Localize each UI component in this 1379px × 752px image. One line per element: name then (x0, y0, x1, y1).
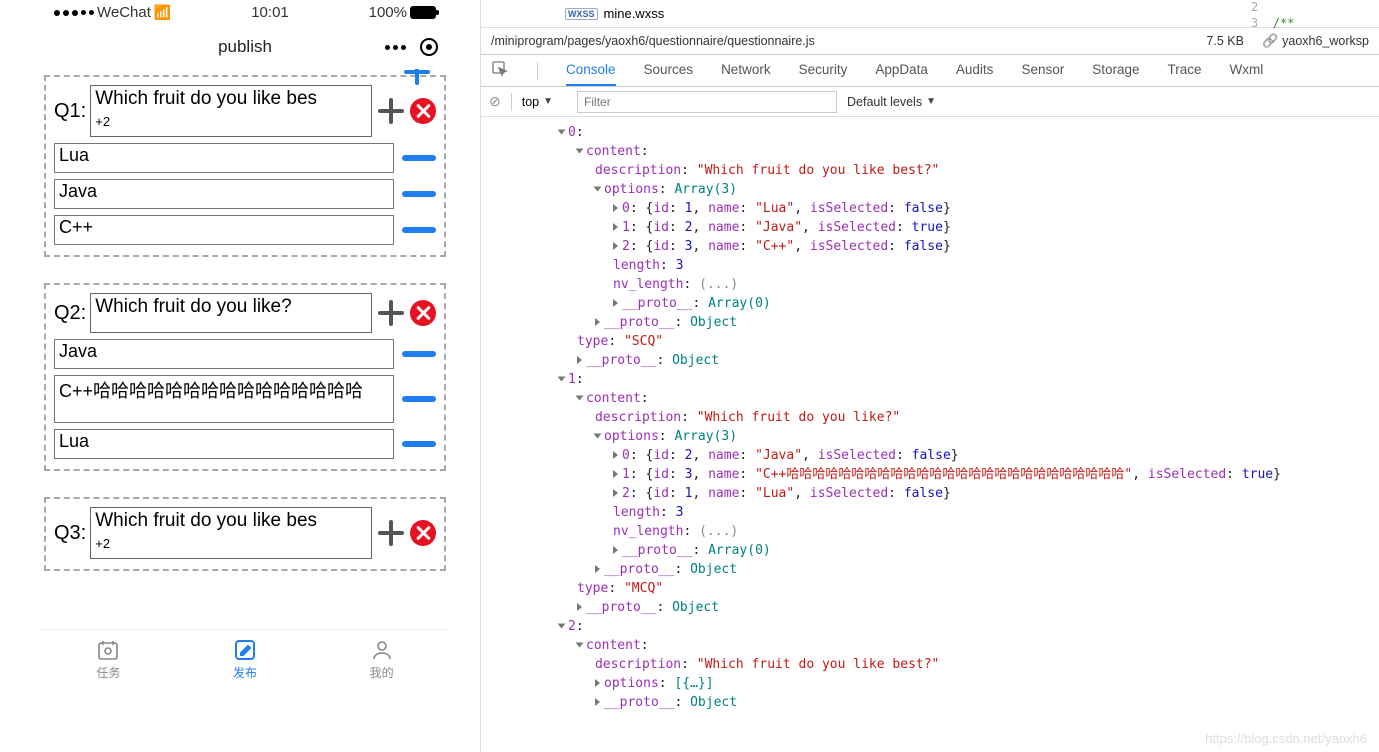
target-icon[interactable] (420, 38, 438, 56)
file-tab-row: WXSS mine.wxss (481, 0, 1379, 28)
remove-option-icon[interactable] (402, 351, 436, 357)
title-right-controls (385, 38, 438, 56)
question-number: Q3: (54, 522, 86, 545)
console-toolbar: ⊘ top ▼ Default levels ▼ (481, 87, 1379, 117)
tab-security[interactable]: Security (799, 55, 848, 86)
question-number: Q2: (54, 302, 86, 325)
file-path: /miniprogram/pages/yaoxh6/questionnaire/… (491, 34, 815, 48)
code-gutter: 2 3 /** (1251, 0, 1294, 30)
add-option-icon[interactable] (378, 300, 404, 326)
calendar-gear-icon (94, 638, 122, 662)
tab-console[interactable]: Console (566, 55, 616, 86)
signal-dot-icon (54, 10, 60, 16)
tab-audits[interactable]: Audits (956, 55, 994, 86)
log-levels-selector[interactable]: Default levels ▼ (847, 95, 936, 109)
page-title-bar: publish (40, 25, 450, 69)
file-path-row: /miniprogram/pages/yaoxh6/questionnaire/… (481, 28, 1379, 55)
status-right: 100% (369, 4, 436, 21)
wifi-icon (154, 4, 171, 21)
clock-label: 10:01 (251, 4, 289, 21)
option-input[interactable]: Lua (54, 429, 394, 459)
console-output[interactable]: 0:content:description: "Which fruit do y… (481, 117, 1379, 752)
nav-mine[interactable]: 我的 (368, 638, 396, 681)
carrier-label: WeChat (97, 4, 151, 21)
phone-frame: WeChat 10:01 100% publish Q1:Which fruit… (40, 0, 450, 685)
tab-storage[interactable]: Storage (1092, 55, 1139, 86)
question-block: Q1:Which fruit do you like bes+2 Lua Java C… (44, 75, 446, 257)
remove-option-icon[interactable] (402, 396, 436, 402)
nav-label: 任务 (96, 664, 120, 681)
status-bar: WeChat 10:01 100% (40, 0, 450, 25)
add-question-icon[interactable] (404, 69, 430, 85)
remove-option-icon[interactable] (402, 191, 436, 197)
devtools-tabs: Console Sources Network Security AppData Audi… (481, 55, 1379, 87)
signal-dot-icon (89, 10, 94, 15)
chevron-down-icon: ▼ (926, 96, 936, 107)
nav-publish[interactable]: 发布 (231, 638, 259, 681)
signal-dot-icon (81, 10, 86, 15)
nav-label: 发布 (233, 664, 257, 681)
tab-sensor[interactable]: Sensor (1021, 55, 1064, 86)
question-description-input[interactable]: Which fruit do you like? (90, 293, 372, 333)
signal-dot-icon (63, 10, 69, 16)
clear-console-icon[interactable]: ⊘ (489, 93, 501, 110)
tab-network[interactable]: Network (721, 55, 771, 86)
nav-label: 我的 (370, 664, 394, 681)
delete-question-icon[interactable] (410, 300, 436, 326)
tab-wxml[interactable]: Wxml (1230, 55, 1264, 86)
more-menu-icon[interactable] (385, 45, 406, 50)
context-selector[interactable]: top (522, 95, 539, 109)
option-input[interactable]: C++ (54, 215, 394, 245)
add-option-icon[interactable] (378, 520, 404, 546)
workspace-name[interactable]: yaoxh6_worksp (1282, 34, 1369, 48)
inspect-icon[interactable] (491, 61, 509, 80)
watermark: https://blog.csdn.net/yaoxh6 (1205, 731, 1367, 746)
separator (511, 93, 512, 111)
option-input[interactable]: Java (54, 179, 394, 209)
option-input[interactable]: Java (54, 339, 394, 369)
questionnaire-scroll[interactable]: Q1:Which fruit do you like bes+2LuaJavaC… (40, 69, 450, 629)
phone-simulator-column: WeChat 10:01 100% publish Q1:Which fruit… (0, 0, 480, 752)
user-icon (368, 638, 396, 662)
filter-input[interactable] (577, 91, 837, 113)
chevron-down-icon: ▼ (543, 96, 553, 107)
battery-icon (410, 6, 436, 19)
remove-option-icon[interactable] (402, 155, 436, 161)
tab-appdata[interactable]: AppData (875, 55, 928, 86)
link-icon (1262, 33, 1278, 49)
question-block: Q2:Which fruit do you like? Java C++哈哈哈哈哈哈… (44, 283, 446, 471)
separator (537, 62, 538, 80)
delete-question-icon[interactable] (410, 98, 436, 124)
status-left: WeChat (54, 4, 171, 21)
bottom-nav: 任务 发布 我的 (40, 629, 450, 685)
question-description-input[interactable]: Which fruit do you like bes+2 (90, 85, 372, 137)
question-block: Q3:Which fruit do you like bes+2 (44, 497, 446, 571)
page-title: publish (218, 37, 272, 57)
tab-sources[interactable]: Sources (644, 55, 694, 86)
option-input[interactable]: Lua (54, 143, 394, 173)
nav-tasks[interactable]: 任务 (94, 638, 122, 681)
question-description-input[interactable]: Which fruit do you like bes+2 (90, 507, 372, 559)
edit-icon (231, 638, 259, 662)
tab-trace[interactable]: Trace (1168, 55, 1202, 86)
devtools-column: WXSS mine.wxss 2 3 /** /miniprogram/page… (480, 0, 1379, 752)
file-size: 7.5 KB (1206, 34, 1244, 48)
delete-question-icon[interactable] (410, 520, 436, 546)
remove-option-icon[interactable] (402, 441, 436, 447)
signal-dot-icon (72, 10, 78, 16)
add-option-icon[interactable] (378, 98, 404, 124)
remove-option-icon[interactable] (402, 227, 436, 233)
file-tab-name[interactable]: mine.wxss (604, 6, 665, 21)
option-input[interactable]: C++哈哈哈哈哈哈哈哈哈哈哈哈哈哈哈 (54, 375, 394, 423)
file-type-badge: WXSS (565, 8, 598, 20)
battery-label: 100% (369, 4, 407, 21)
question-number: Q1: (54, 100, 86, 123)
